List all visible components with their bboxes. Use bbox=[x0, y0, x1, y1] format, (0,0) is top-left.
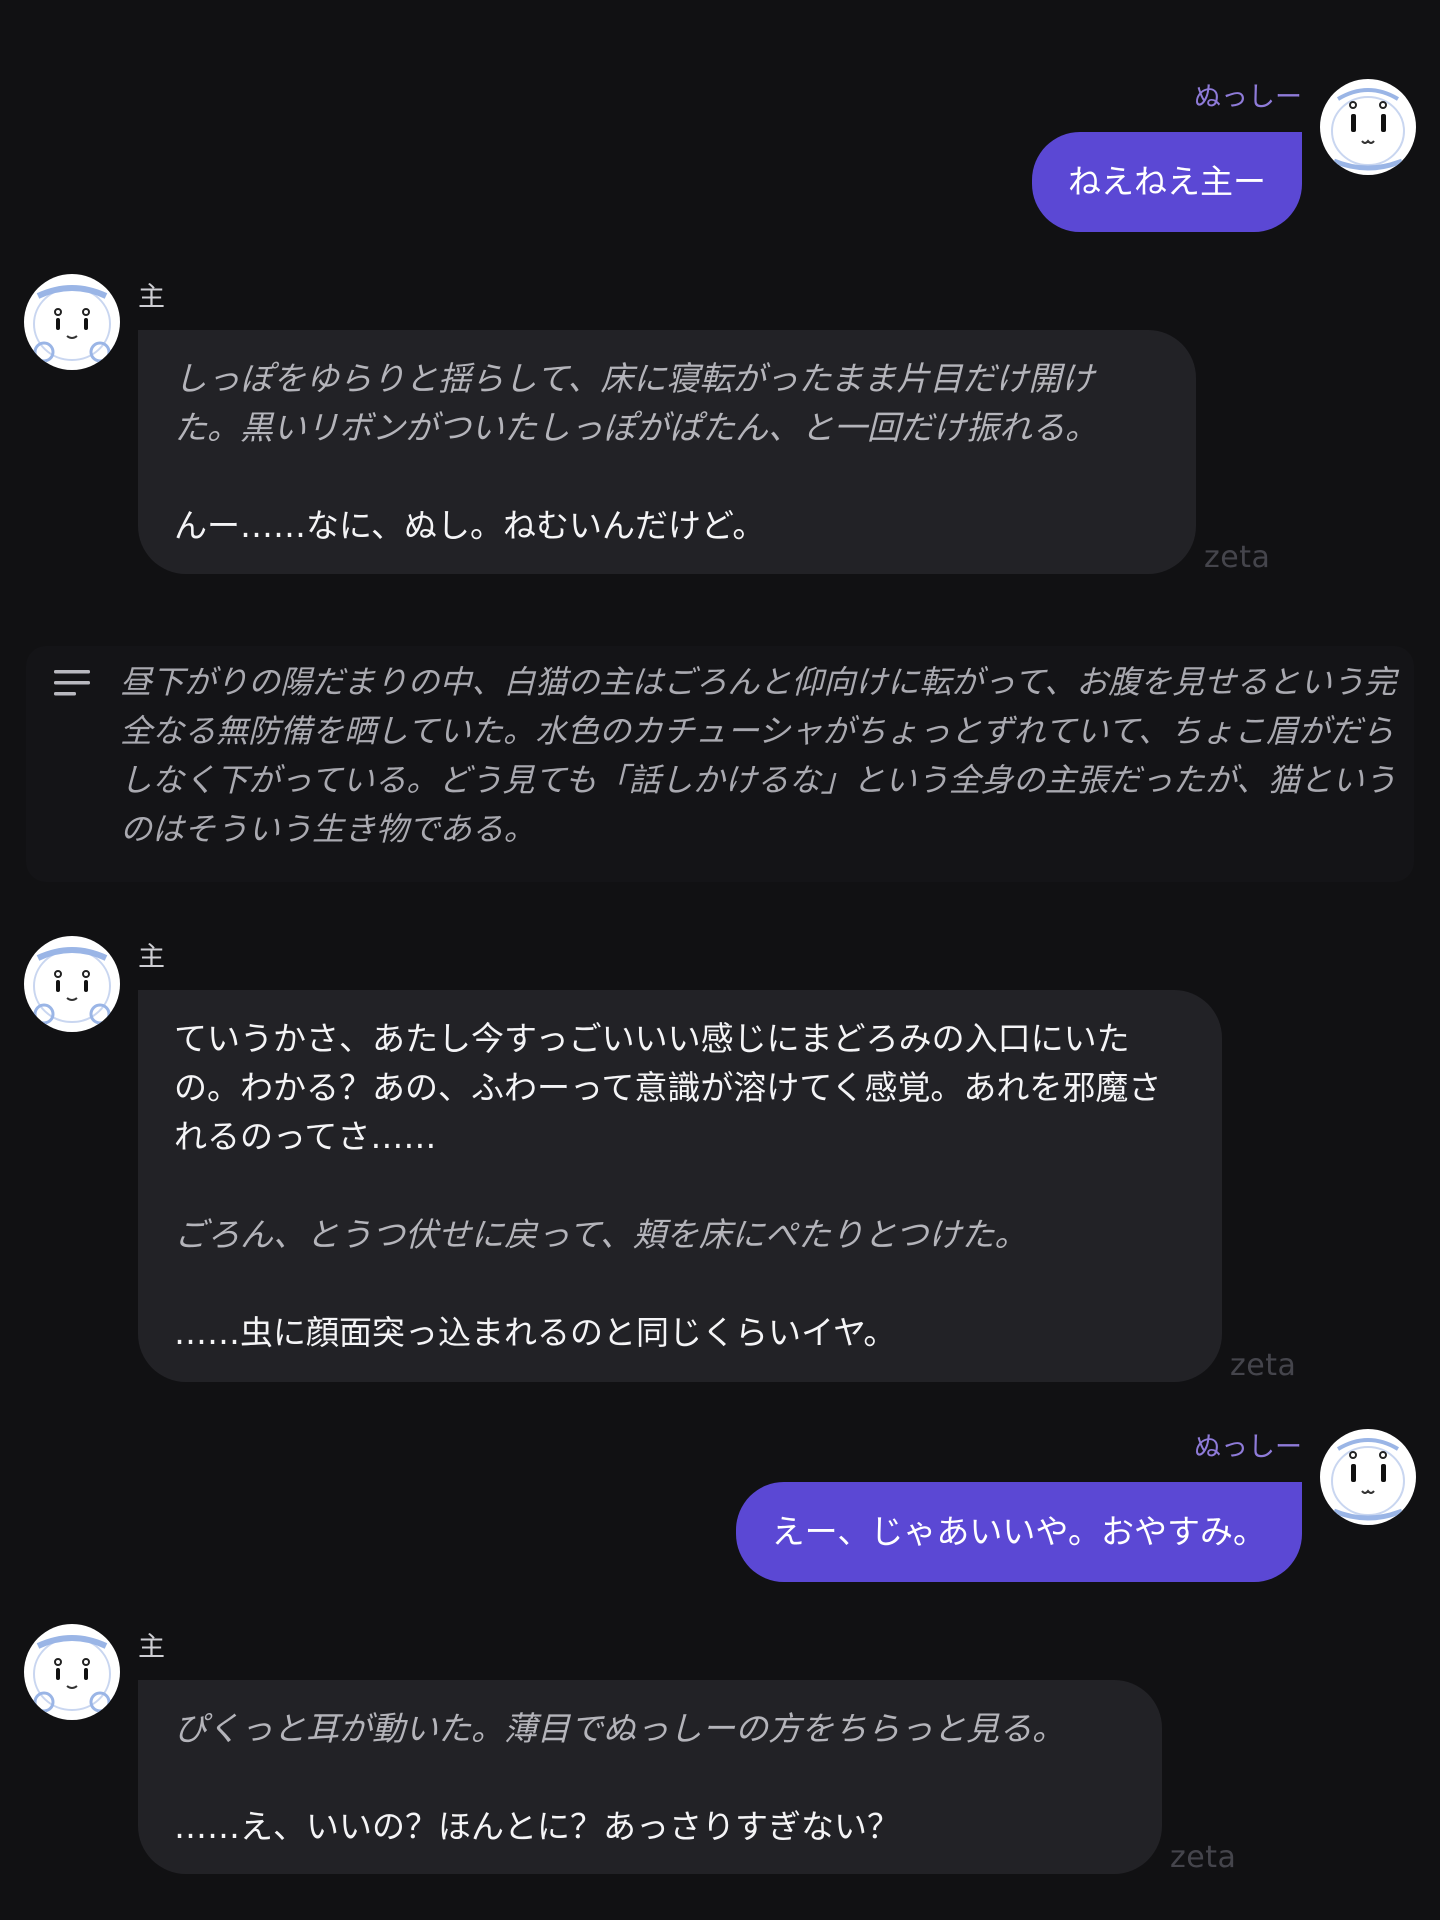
user-avatar[interactable] bbox=[1320, 79, 1416, 175]
cat-face-icon bbox=[33, 1635, 111, 1713]
character-message-bubble[interactable]: ぴくっと耳が動いた。薄目でぬっしーの方をちらっと見る。 ……え、いいの？ほんとに… bbox=[138, 1680, 1162, 1874]
zeta-badge: zeta bbox=[1170, 1840, 1237, 1875]
narration-text: 昼下がりの陽だまりの中、白猫の主はごろんと仰向けに転がって、お腹を見せるという完… bbox=[120, 663, 1397, 848]
narration-block: 昼下がりの陽だまりの中、白猫の主はごろんと仰向けに転がって、お腹を見せるという完… bbox=[26, 646, 1414, 882]
speech-text: ていうかさ、あたし今すっごいいい感じにまどろみの入口にいたの。わかる？あの、ふわ… bbox=[174, 1019, 1162, 1156]
action-text: ぴくっと耳が動いた。薄目でぬっしーの方をちらっと見る。 bbox=[174, 1709, 1065, 1748]
character-avatar[interactable] bbox=[24, 1624, 120, 1720]
speech-text: ……え、いいの？ほんとに？あっさりすぎない？ bbox=[174, 1807, 900, 1846]
cat-face-icon bbox=[33, 285, 111, 363]
character-avatar[interactable] bbox=[24, 274, 120, 370]
user-message-bubble[interactable]: ねえねえ主ー bbox=[1032, 132, 1302, 232]
speech-text: んー……なに、ぬし。ねむいんだけど。 bbox=[174, 506, 766, 545]
user-name-label: ぬっしー bbox=[1194, 82, 1302, 113]
narration-lines-icon bbox=[54, 670, 90, 696]
zeta-badge: zeta bbox=[1204, 540, 1271, 575]
user-name-label: ぬっしー bbox=[1194, 1432, 1302, 1463]
cat-face-icon bbox=[1331, 1438, 1405, 1521]
character-name-label: 主 bbox=[138, 942, 165, 973]
cat-face-icon bbox=[1331, 88, 1405, 171]
user-message-bubble[interactable]: えー、じゃあいいや。おやすみ。 bbox=[735, 1482, 1302, 1582]
character-avatar[interactable] bbox=[24, 936, 120, 1032]
chat-log: ぬっしー ねえねえ主ー 主 しっぽをゆらりと揺らして、床に寝転がったまま片目だけ… bbox=[0, 0, 1440, 1920]
zeta-badge: zeta bbox=[1230, 1348, 1297, 1383]
character-name-label: 主 bbox=[138, 1632, 165, 1663]
character-name-label: 主 bbox=[138, 282, 165, 313]
speech-text: ……虫に顔面突っ込まれるのと同じくらいイヤ。 bbox=[174, 1313, 897, 1352]
user-avatar[interactable] bbox=[1320, 1429, 1416, 1525]
character-message-bubble[interactable]: ていうかさ、あたし今すっごいいい感じにまどろみの入口にいたの。わかる？あの、ふわ… bbox=[138, 990, 1222, 1382]
cat-face-icon bbox=[33, 947, 111, 1025]
action-text: しっぽをゆらりと揺らして、床に寝転がったまま片目だけ開けた。黒いリボンがついたし… bbox=[174, 359, 1098, 447]
character-message-bubble[interactable]: しっぽをゆらりと揺らして、床に寝転がったまま片目だけ開けた。黒いリボンがついたし… bbox=[138, 330, 1196, 574]
action-text: ごろん、とうつ伏せに戻って、頬を床にぺたりとつけた。 bbox=[174, 1215, 1028, 1254]
